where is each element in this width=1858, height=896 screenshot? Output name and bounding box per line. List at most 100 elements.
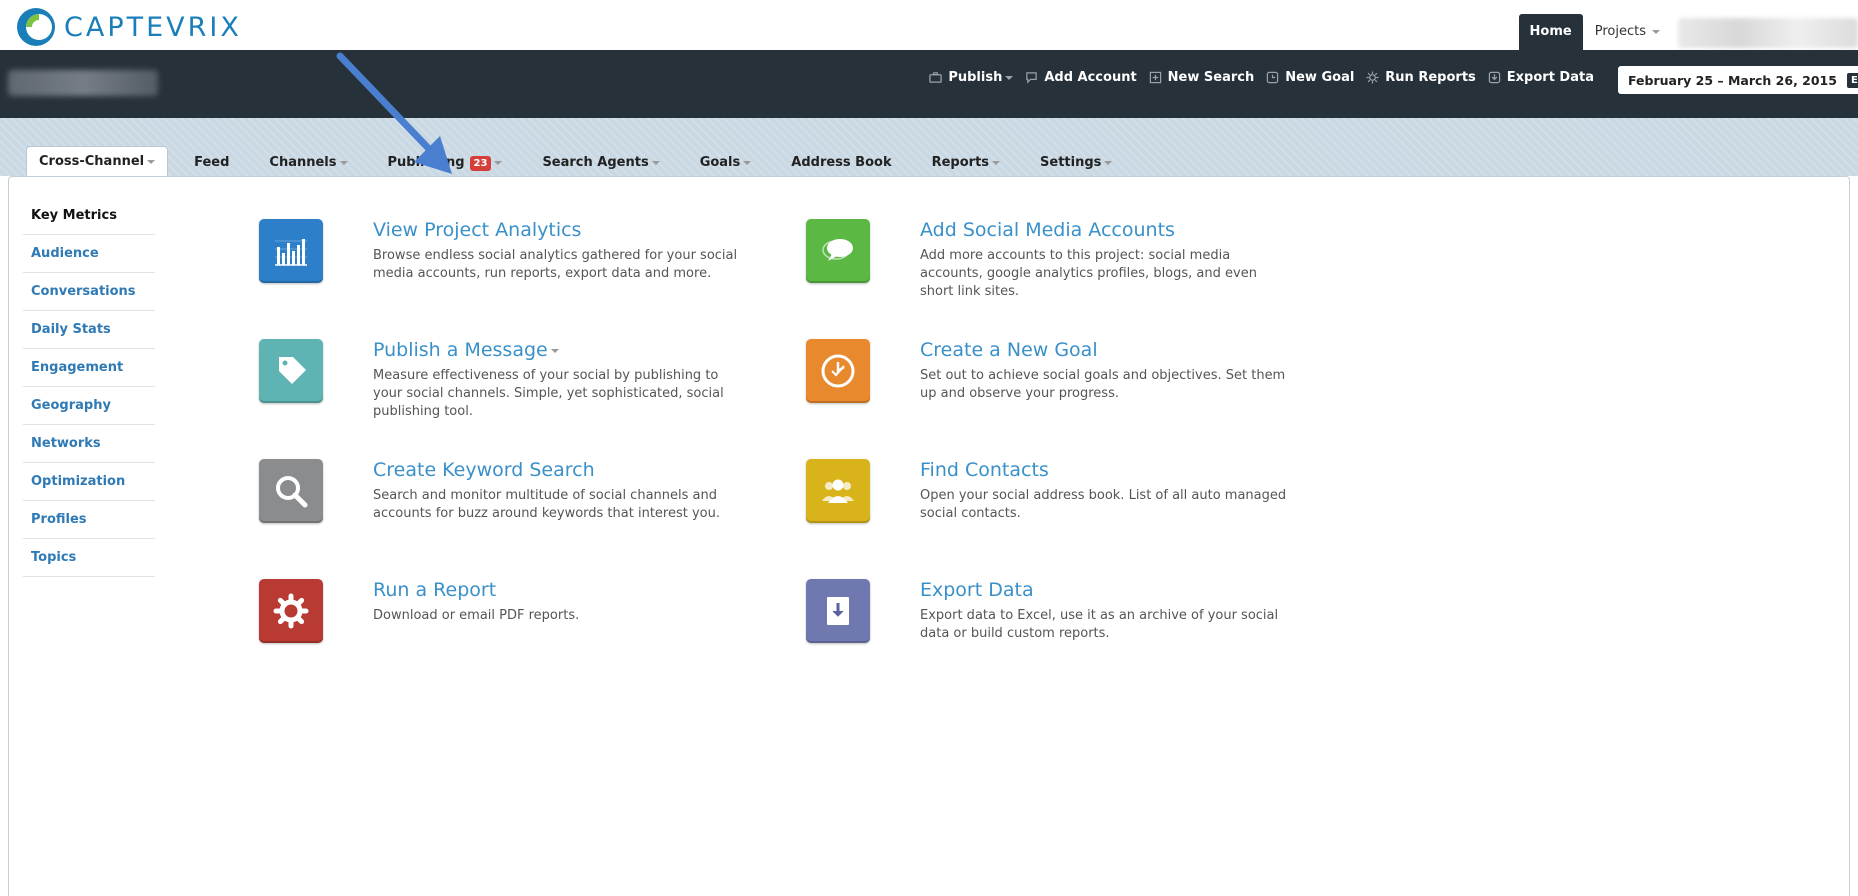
tab-publishing[interactable]: Publishing 23 [376, 149, 515, 177]
card-add-social-media-accounts: Add Social Media Accounts Add more accou… [806, 219, 1326, 329]
sidebar-item-key-metrics[interactable]: Key Metrics [23, 197, 155, 235]
export-data-button[interactable]: Export Data [1488, 70, 1594, 85]
download-icon[interactable] [806, 579, 870, 643]
card-description: Set out to achieve social goals and obje… [920, 368, 1286, 401]
card-title[interactable]: Create a New Goal [920, 339, 1098, 361]
tab-address-book[interactable]: Address Book [779, 149, 903, 177]
publish-button[interactable]: Publish [929, 70, 1014, 85]
tab-label: Feed [194, 155, 230, 170]
main-tabs: Cross-Channel Feed Channels Publishing 23… [26, 146, 1140, 177]
download-icon [1488, 71, 1500, 84]
new-search-button[interactable]: New Search [1149, 70, 1255, 85]
new-goal-label: New Goal [1285, 70, 1355, 85]
chevron-down-icon [1652, 30, 1660, 34]
chevron-down-icon [1104, 161, 1113, 165]
tab-settings[interactable]: Settings [1028, 149, 1124, 177]
sidebar-item-topics[interactable]: Topics [23, 539, 155, 577]
add-account-label: Add Account [1044, 70, 1137, 85]
card-description: Open your social address book. List of a… [920, 488, 1287, 521]
sidebar-item-engagement[interactable]: Engagement [23, 349, 155, 387]
project-name-redacted [8, 70, 158, 96]
action-bar: Publish Add Account New Search New Goal … [0, 50, 1858, 118]
chevron-down-icon [147, 160, 156, 164]
gear-icon [1366, 71, 1379, 84]
card-title[interactable]: Find Contacts [920, 459, 1049, 481]
tab-feed[interactable]: Feed [182, 149, 241, 177]
card-title[interactable]: View Project Analytics [373, 219, 581, 241]
card-title[interactable]: Publish a Message [373, 339, 559, 361]
clock-icon[interactable] [806, 339, 870, 403]
tag-icon[interactable] [259, 339, 323, 403]
main-tab-strip: Cross-Channel Feed Channels Publishing 23… [0, 118, 1858, 177]
card-publish-a-message: Publish a Message Measure effectiveness … [259, 339, 779, 449]
card-description: Export data to Excel, use it as an archi… [920, 608, 1279, 641]
sidebar-item-geography[interactable]: Geography [23, 387, 155, 425]
timezone-badge: EST [1846, 72, 1858, 88]
chevron-down-icon [651, 161, 660, 165]
sidebar-item-daily-stats[interactable]: Daily Stats [23, 311, 155, 349]
content-panel: Key Metrics Audience Conversations Daily… [8, 176, 1850, 896]
sidebar-item-optimization[interactable]: Optimization [23, 463, 155, 501]
action-toolbar: Publish Add Account New Search New Goal … [917, 70, 1594, 85]
bar-chart-icon[interactable] [259, 219, 323, 283]
tab-home-label: Home [1529, 24, 1572, 39]
plus-square-icon [1149, 71, 1161, 84]
briefcase-icon [929, 72, 943, 83]
tab-projects[interactable]: Projects [1583, 14, 1672, 50]
sidebar-item-conversations[interactable]: Conversations [23, 273, 155, 311]
logo-mark-icon [17, 8, 55, 46]
tab-projects-label: Projects [1594, 24, 1646, 39]
chevron-down-icon [743, 161, 752, 165]
tab-label: Search Agents [542, 155, 649, 170]
clock-icon [1267, 71, 1279, 84]
tab-label: Channels [269, 155, 337, 170]
card-find-contacts: Find Contacts Open your social address b… [806, 459, 1326, 569]
export-data-label: Export Data [1506, 70, 1594, 85]
sidebar-item-audience[interactable]: Audience [23, 235, 155, 273]
people-icon[interactable] [806, 459, 870, 523]
card-title[interactable]: Add Social Media Accounts [920, 219, 1175, 241]
card-run-a-report: Run a Report Download or email PDF repor… [259, 579, 779, 689]
date-range-picker[interactable]: February 25 – March 26, 2015 EST [1618, 66, 1858, 94]
sidebar-item-profiles[interactable]: Profiles [23, 501, 155, 539]
tab-channels[interactable]: Channels [257, 149, 359, 177]
gear-icon[interactable] [259, 579, 323, 643]
card-title[interactable]: Run a Report [373, 579, 496, 601]
tab-label: Address Book [791, 155, 892, 170]
top-bar: CAPTEVRIX Home Projects [0, 0, 1858, 50]
tab-label: Settings [1040, 155, 1102, 170]
run-reports-button[interactable]: Run Reports [1366, 70, 1476, 85]
top-nav: Home Projects [1518, 14, 1858, 50]
tab-home[interactable]: Home [1518, 14, 1583, 50]
add-account-button[interactable]: Add Account [1025, 70, 1137, 85]
card-create-keyword-search: Create Keyword Search Search and monitor… [259, 459, 779, 569]
new-goal-button[interactable]: New Goal [1266, 70, 1354, 85]
card-view-project-analytics: View Project Analytics Browse endless so… [259, 219, 779, 329]
publish-label: Publish [948, 70, 1003, 85]
brand-name: CAPTEVRIX [64, 11, 242, 43]
card-create-a-new-goal: Create a New Goal Set out to achieve soc… [806, 339, 1326, 449]
sidebar-item-networks[interactable]: Networks [23, 425, 155, 463]
notification-badge: 23 [469, 155, 492, 171]
new-search-label: New Search [1167, 70, 1255, 85]
card-description: Measure effectiveness of your social by … [373, 368, 724, 419]
speech-bubbles-icon[interactable] [806, 219, 870, 283]
speech-bubble-icon [1026, 72, 1038, 84]
tab-label: Reports [931, 155, 990, 170]
sidebar-nav: Key Metrics Audience Conversations Daily… [23, 197, 155, 577]
magnifier-icon[interactable] [259, 459, 323, 523]
tab-goals[interactable]: Goals [688, 149, 764, 177]
card-title-label: Publish a Message [373, 339, 548, 361]
card-title[interactable]: Create Keyword Search [373, 459, 595, 481]
tab-cross-channel[interactable]: Cross-Channel [26, 146, 169, 177]
chevron-down-icon [550, 348, 559, 353]
card-title[interactable]: Export Data [920, 579, 1034, 601]
user-menu-redacted[interactable] [1678, 18, 1858, 48]
tab-label: Goals [699, 155, 741, 170]
chevron-down-icon [1005, 75, 1014, 80]
card-description: Search and monitor multitude of social c… [373, 488, 720, 521]
card-description: Add more accounts to this project: socia… [920, 248, 1257, 299]
tab-search-agents[interactable]: Search Agents [530, 149, 671, 177]
tab-reports[interactable]: Reports [920, 149, 1012, 177]
brand-logo[interactable]: CAPTEVRIX [14, 6, 242, 48]
